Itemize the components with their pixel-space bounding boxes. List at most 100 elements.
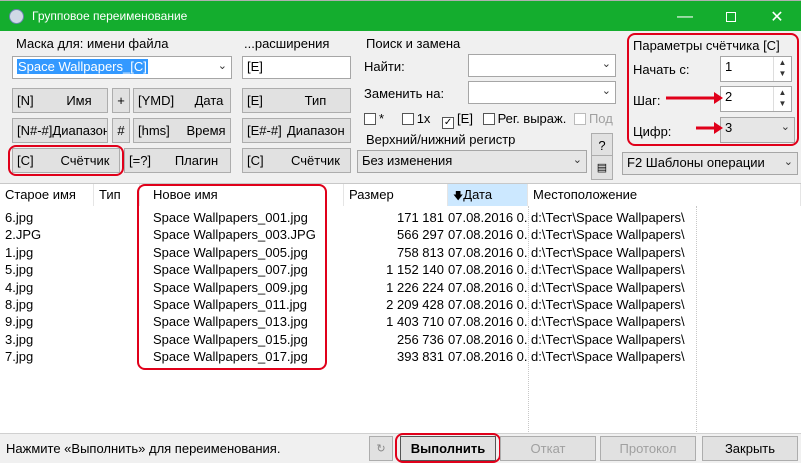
type-cell (96, 296, 140, 313)
ext-option-label: [E] (457, 111, 473, 126)
date-cell: 07.08.2016 0... (448, 227, 528, 243)
table-row[interactable]: 6.jpg Space Wallpapers_001.jpg 171 181 07.0… (0, 209, 801, 226)
col-size[interactable]: Размер (344, 184, 448, 206)
undo-button[interactable]: Откат (500, 436, 596, 461)
table-row[interactable]: 2.JPG Space Wallpapers_003.JPG 566 297 07.0… (0, 226, 801, 243)
sub-option[interactable]: Под (573, 111, 613, 126)
counter-highlight (8, 145, 124, 176)
size-cell: 758 813 (397, 244, 444, 260)
col-old-name[interactable]: Старое имя (0, 184, 94, 206)
old-name-cell: 8.jpg (5, 297, 34, 312)
date-button[interactable]: [YMD] Дата (133, 88, 231, 113)
name-button[interactable]: [N] Имя (12, 88, 108, 113)
ext-type-button[interactable]: [E] Тип (242, 88, 351, 113)
ext-mask-field[interactable]: [E] (242, 56, 351, 79)
search-label: Поиск и замена (366, 36, 461, 51)
ext-label: ...расширения (244, 36, 330, 51)
find-label: Найти: (364, 59, 405, 74)
col-date[interactable]: 🡇Дата (448, 184, 528, 206)
col-type[interactable]: Тип (94, 184, 140, 206)
chevron-down-icon: ⌄ (217, 60, 227, 72)
size-cell: 393 831 (397, 349, 444, 365)
star-option[interactable]: * (364, 111, 384, 126)
location-cell: d:\Тест\Space Wallpapers\ (531, 349, 685, 365)
size-cell: 2 209 428 (386, 297, 444, 312)
ext-counter-button[interactable]: [C] Счётчик (242, 148, 351, 173)
digit-button[interactable]: # (112, 118, 130, 143)
name-mask-combo[interactable]: Space Wallpapers_[C] ⌄ (12, 56, 232, 79)
table-row[interactable]: 3.jpg Space Wallpapers_015.jpg 256 736 07.0… (0, 331, 801, 348)
type-cell (96, 226, 140, 243)
once-option[interactable]: 1x (401, 111, 431, 126)
date-label: Дата (194, 93, 224, 108)
type-cell (96, 279, 140, 296)
plus-label: + (117, 93, 125, 108)
templates-value: F2 Шаблоны операции (627, 155, 765, 170)
ext-option[interactable]: ✓ [E] (442, 111, 473, 129)
size-cell: 1 403 710 (386, 314, 444, 330)
time-button[interactable]: [hms] Время (133, 118, 231, 143)
close-label: Закрыть (724, 441, 776, 456)
old-name-cell: 4.jpg (5, 279, 34, 295)
range-button[interactable]: [N#-#] Диапазон (12, 118, 108, 143)
edit-button[interactable]: ▤ (591, 155, 613, 180)
date-cell: 07.08.2016 0... (448, 279, 528, 295)
help-label: ? (598, 138, 606, 153)
undo-label: Откат (530, 441, 566, 456)
refresh-icon: ↻ (376, 443, 386, 455)
table-row[interactable]: 9.jpg Space Wallpapers_013.jpg 1 403 710 07… (0, 313, 801, 330)
old-name-cell: 2.JPG (5, 227, 42, 243)
ext-range-code: [E#-#] (247, 123, 282, 138)
size-cell: 1 226 224 (386, 279, 444, 295)
date-cell: 07.08.2016 0... (448, 244, 528, 260)
close-button[interactable]: Закрыть (702, 436, 798, 461)
digit-label: # (117, 123, 125, 138)
maximize-icon (726, 11, 736, 22)
templates-combo[interactable]: F2 Шаблоны операции ⌄ (622, 152, 798, 175)
date-cell: 07.08.2016 0... (448, 210, 528, 225)
case-value: Без изменения (362, 153, 453, 168)
type-cell (96, 244, 140, 261)
find-combo[interactable]: ⌄ (468, 54, 616, 77)
log-button[interactable]: Протокол (600, 436, 696, 461)
col-date-label: Дата (463, 187, 493, 202)
old-name-cell: 3.jpg (5, 331, 34, 347)
col-location[interactable]: Местоположение (528, 184, 801, 206)
table-row[interactable]: 8.jpg Space Wallpapers_011.jpg 2 209 428 07… (0, 296, 801, 313)
sub-option-label: Под (588, 111, 613, 126)
regex-option[interactable]: Рег. выраж. (482, 111, 566, 126)
run-highlight (395, 433, 501, 463)
close-window-button[interactable]: ✕ (754, 1, 800, 32)
table-row[interactable]: 5.jpg Space Wallpapers_007.jpg 1 152 140 07… (0, 261, 801, 278)
case-combo[interactable]: Без изменения ⌄ (357, 150, 587, 173)
size-cell: 171 181 (397, 210, 444, 225)
time-code: [hms] (138, 123, 170, 138)
location-cell: d:\Тест\Space Wallpapers\ (531, 279, 685, 295)
ext-mask-value: [E] (247, 59, 263, 74)
old-name-cell: 7.jpg (5, 349, 34, 365)
old-name-cell: 6.jpg (5, 210, 34, 225)
table-row[interactable]: 7.jpg Space Wallpapers_017.jpg 393 831 07.0… (0, 348, 801, 365)
name-code: [N] (17, 93, 34, 108)
file-list[interactable]: Старое имя Тип Новое имя Размер 🡇Дата Ме… (0, 183, 801, 434)
table-row[interactable]: 4.jpg Space Wallpapers_009.jpg 1 226 224 07… (0, 279, 801, 296)
checkbox-icon (364, 113, 376, 125)
maximize-button[interactable] (708, 1, 754, 32)
minimize-button[interactable]: — (662, 1, 708, 32)
ext-range-button[interactable]: [E#-#] Диапазон (242, 118, 351, 143)
range-label: Диапазон (52, 123, 108, 138)
case-label: Верхний/нижний регистр (366, 132, 516, 147)
date-code: [YMD] (138, 93, 175, 108)
chevron-down-icon: ⌄ (783, 156, 793, 168)
refresh-button[interactable]: ↻ (369, 436, 393, 461)
type-cell (96, 331, 140, 348)
once-option-label: 1x (416, 111, 431, 126)
table-row[interactable]: 1.jpg Space Wallpapers_005.jpg 758 813 07.0… (0, 244, 801, 261)
plugin-code: [=?] (129, 153, 152, 168)
plus-button[interactable]: + (112, 88, 130, 113)
minimize-icon: — (677, 7, 693, 25)
replace-combo[interactable]: ⌄ (468, 81, 616, 104)
checkmark-icon: ✓ (442, 117, 455, 129)
plugin-button[interactable]: [=?] Плагин (124, 148, 231, 173)
location-cell: d:\Тест\Space Wallpapers\ (531, 262, 685, 278)
